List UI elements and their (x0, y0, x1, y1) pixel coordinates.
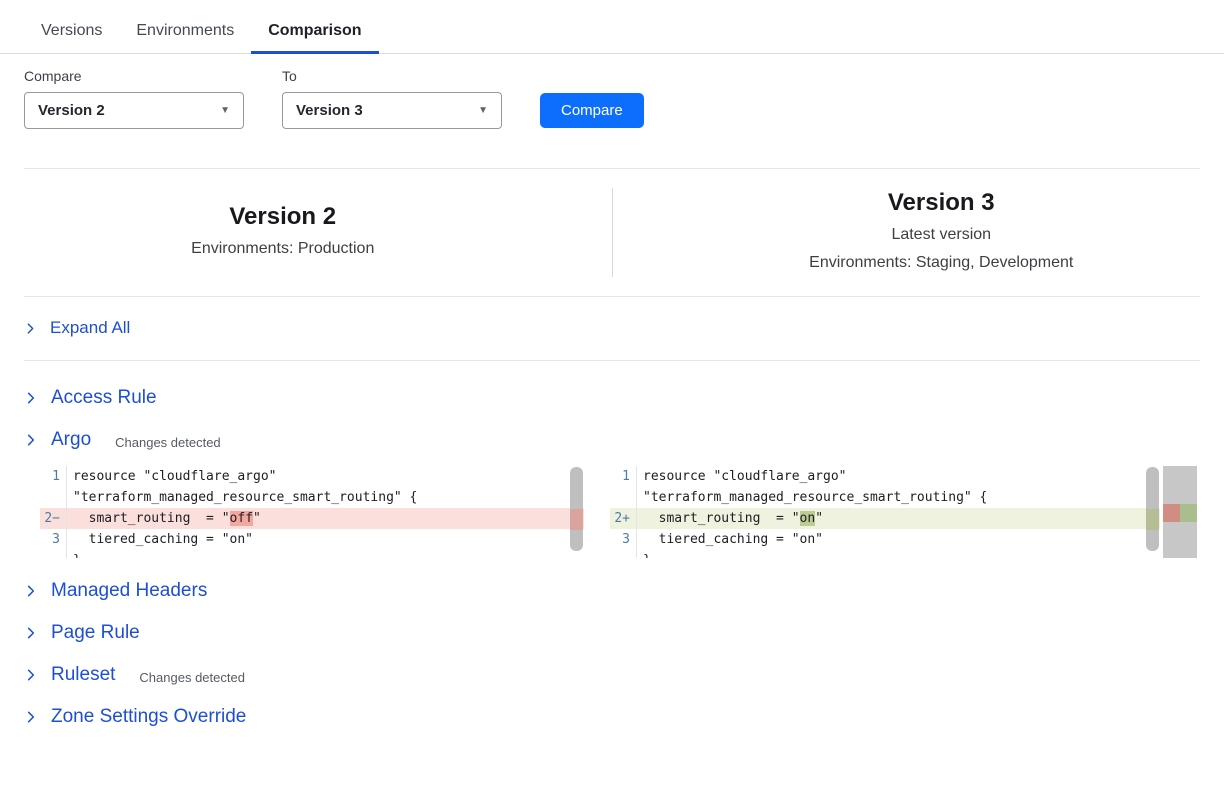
line-number: 1 (610, 466, 637, 508)
code-line: 3 tiered_caching = "on" (610, 529, 1160, 550)
chevron-right-icon (24, 391, 38, 405)
tab-bar: Versions Environments Comparison (0, 0, 1224, 54)
section-managed-headers[interactable]: Managed Headers (0, 570, 1224, 612)
section-label: Ruleset (51, 664, 115, 686)
left-version-title: Version 2 (28, 202, 538, 232)
version-header-right: Version 3 Latest version Environments: S… (687, 188, 1197, 277)
version-header-left: Version 2 Environments: Production (28, 202, 538, 263)
compare-from-label: Compare (24, 68, 244, 84)
section-page-rule[interactable]: Page Rule (0, 612, 1224, 654)
section-label: Zone Settings Override (51, 706, 246, 728)
section-ruleset[interactable]: Ruleset Changes detected (0, 654, 1224, 696)
right-panel-scrollbar[interactable] (1146, 467, 1159, 551)
compare-to-value: Version 3 (296, 102, 363, 119)
changes-badge: Changes detected (139, 665, 245, 685)
line-number: 2+ (610, 508, 637, 529)
tab-environments[interactable]: Environments (119, 12, 251, 54)
minimap-removed-mark (1163, 504, 1180, 522)
changes-badge: Changes detected (115, 430, 221, 450)
code-line: 1 resource "cloudflare_argo" "terraform_… (610, 466, 1160, 508)
code-line-clipped: } (40, 550, 584, 558)
compare-to-field: To Version 3 ▼ (282, 68, 502, 129)
right-version-title: Version 3 (687, 188, 1197, 218)
compare-button[interactable]: Compare (540, 93, 644, 128)
chevron-down-icon: ▼ (478, 106, 488, 116)
code-text: resource "cloudflare_argo" (637, 466, 987, 487)
right-version-latest: Latest version (687, 221, 1197, 249)
code-text: tiered_caching = "on" (637, 529, 823, 550)
code-text: resource "cloudflare_argo" (67, 466, 417, 487)
chevron-right-icon (24, 710, 38, 724)
chevron-right-icon (24, 584, 38, 598)
code-line-added: 2+ smart_routing = "on" (610, 508, 1160, 529)
section-label: Access Rule (51, 387, 157, 409)
chevron-right-icon (24, 626, 38, 640)
line-number (610, 550, 637, 558)
scrollbar-removed-mark (570, 509, 583, 530)
chevron-right-icon (24, 433, 38, 447)
code-line: 1 resource "cloudflare_argo" "terraform_… (40, 466, 584, 508)
code-text-wrapped: "terraform_managed_resource_smart_routin… (637, 487, 987, 508)
section-zone-settings-override[interactable]: Zone Settings Override (0, 696, 1224, 738)
code-text-wrapped: "terraform_managed_resource_smart_routin… (67, 487, 417, 508)
chevron-right-icon (24, 322, 37, 335)
line-number: 1 (40, 466, 67, 508)
section-label: Page Rule (51, 622, 140, 644)
code-text: tiered_caching = "on" (67, 529, 253, 550)
minimap-added-mark (1180, 504, 1197, 522)
code-line-removed: 2− smart_routing = "off" (40, 508, 584, 529)
code-line-clipped: } (610, 550, 1160, 558)
line-number: 3 (40, 529, 67, 550)
removed-word-highlight: off (230, 511, 253, 526)
tab-versions[interactable]: Versions (24, 12, 119, 54)
line-number: 2− (40, 508, 67, 529)
line-number: 3 (610, 529, 637, 550)
diff-panel-right[interactable]: 1 resource "cloudflare_argo" "terraform_… (610, 466, 1160, 558)
compare-to-label: To (282, 68, 502, 84)
line-number (40, 550, 67, 558)
tab-comparison[interactable]: Comparison (251, 12, 378, 54)
chevron-down-icon: ▼ (220, 106, 230, 116)
code-text: } (637, 550, 651, 558)
section-label: Managed Headers (51, 580, 207, 602)
compare-from-select[interactable]: Version 2 ▼ (24, 92, 244, 129)
argo-diff: 1 resource "cloudflare_argo" "terraform_… (40, 466, 1224, 558)
code-text: smart_routing = "off" (67, 508, 261, 529)
version-headers: Version 2 Environments: Production Versi… (0, 169, 1224, 296)
section-argo[interactable]: Argo Changes detected (0, 419, 1224, 461)
added-word-highlight: on (800, 511, 816, 526)
left-panel-scrollbar[interactable] (570, 467, 583, 551)
compare-from-value: Version 2 (38, 102, 105, 119)
expand-all-label: Expand All (50, 318, 130, 338)
left-version-environments: Environments: Production (28, 235, 538, 263)
expand-all-button[interactable]: Expand All (0, 297, 1224, 360)
diff-panel-left[interactable]: 1 resource "cloudflare_argo" "terraform_… (40, 466, 584, 558)
comparison-sections: Access Rule Argo Changes detected 1 reso… (0, 361, 1224, 738)
compare-from-field: Compare Version 2 ▼ (24, 68, 244, 129)
vertical-divider (612, 188, 613, 277)
compare-toolbar: Compare Version 2 ▼ To Version 3 ▼ Compa… (0, 54, 1224, 129)
diff-minimap[interactable] (1163, 466, 1197, 558)
code-text: smart_routing = "on" (637, 508, 823, 529)
code-line: 3 tiered_caching = "on" (40, 529, 584, 550)
right-version-environments: Environments: Staging, Development (687, 249, 1197, 277)
scrollbar-added-mark (1146, 509, 1159, 530)
section-access-rule[interactable]: Access Rule (0, 377, 1224, 419)
chevron-right-icon (24, 668, 38, 682)
code-text: } (67, 550, 81, 558)
compare-to-select[interactable]: Version 3 ▼ (282, 92, 502, 129)
section-label: Argo (51, 429, 91, 451)
